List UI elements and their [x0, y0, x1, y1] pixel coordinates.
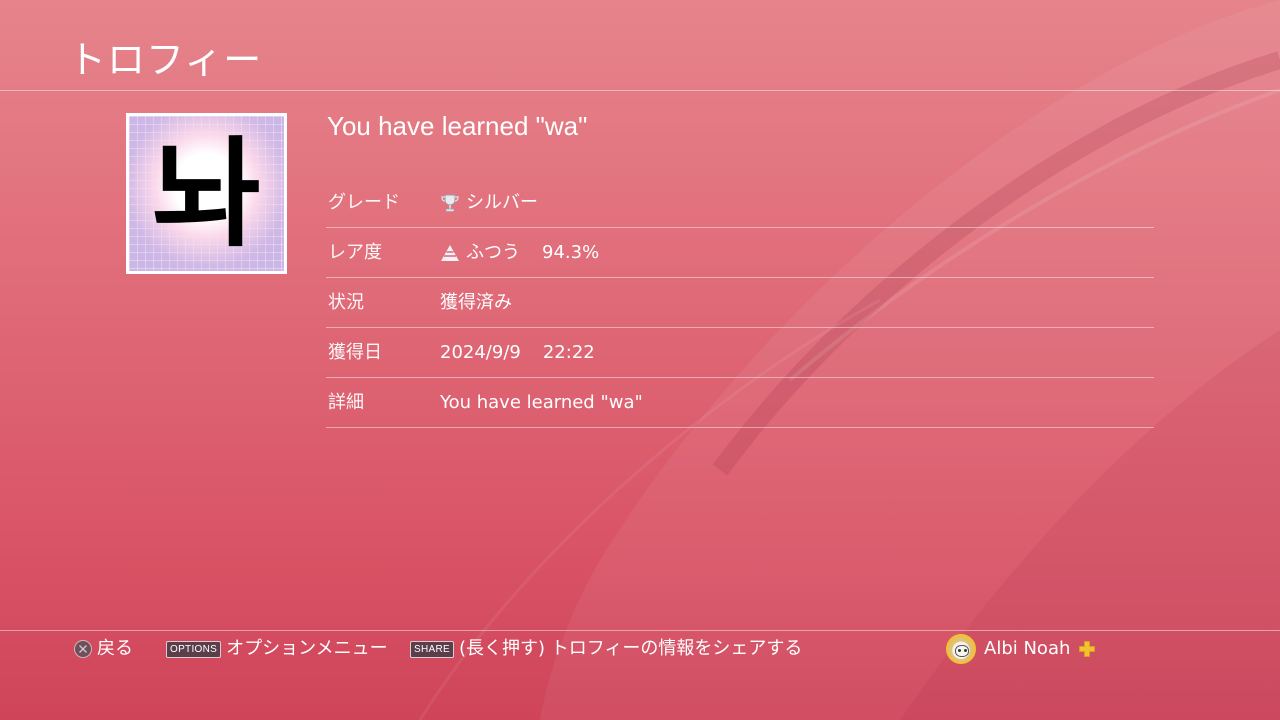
header-bar: トロフィー [0, 0, 1280, 91]
detail-label-grade: グレード [328, 192, 400, 213]
share-button-icon: SHARE [410, 640, 454, 658]
options-menu-label: オプションメニュー [226, 638, 388, 659]
status-value: 獲得済み [440, 292, 512, 313]
rarity-percent: 94.3% [542, 242, 600, 263]
description-value: You have learned "wa" [440, 392, 643, 413]
trophy-image-glyph: 놔 [152, 124, 261, 263]
trophy-details-list: グレード シルバー レア度 ふつう 94.3% 状況 獲得済み 獲得日 2024… [326, 178, 1154, 428]
user-info: Albi Noah [946, 634, 1096, 664]
detail-row-earned-date: 獲得日 2024/9/9 22:22 [326, 328, 1154, 378]
cross-button-icon [74, 640, 92, 658]
detail-row-grade: グレード シルバー [326, 178, 1154, 228]
footer-bar: 戻る OPTIONS オプションメニュー SHARE (長く押す) トロフィーの… [0, 634, 1280, 664]
page-title: トロフィー [68, 38, 263, 82]
back-hint[interactable]: 戻る [74, 634, 133, 664]
earned-time: 22:22 [542, 342, 595, 363]
grade-value: シルバー [466, 192, 538, 213]
share-label: (長く押す) トロフィーの情報をシェアする [458, 638, 803, 659]
detail-label-description: 詳細 [328, 392, 364, 413]
detail-row-status: 状況 獲得済み [326, 278, 1154, 328]
trophy-name: You have learned "wa" [327, 111, 588, 141]
user-name: Albi Noah [984, 638, 1071, 659]
footer-divider [0, 630, 1280, 631]
avatar [946, 634, 976, 664]
silver-trophy-icon [441, 194, 459, 212]
back-label: 戻る [97, 638, 133, 659]
detail-row-rarity: レア度 ふつう 94.3% [326, 228, 1154, 278]
share-hint[interactable]: SHARE (長く押す) トロフィーの情報をシェアする [410, 634, 802, 664]
trophy-image: 놔 [126, 113, 287, 274]
rarity-common-icon [441, 244, 459, 261]
rarity-value: ふつう [466, 242, 520, 263]
detail-label-status: 状況 [328, 292, 364, 313]
detail-row-description: 詳細 You have learned "wa" [326, 378, 1154, 428]
earned-date: 2024/9/9 [440, 342, 521, 363]
detail-value-rarity: ふつう 94.3% [440, 228, 599, 277]
options-menu-hint[interactable]: OPTIONS オプションメニュー [166, 634, 388, 664]
detail-label-earned-date: 獲得日 [328, 342, 382, 363]
detail-value-grade: シルバー [440, 178, 538, 227]
options-button-icon: OPTIONS [166, 640, 222, 658]
ps-plus-icon [1079, 641, 1096, 657]
detail-value-earned-date: 2024/9/9 22:22 [440, 328, 595, 377]
detail-label-rarity: レア度 [328, 242, 382, 263]
